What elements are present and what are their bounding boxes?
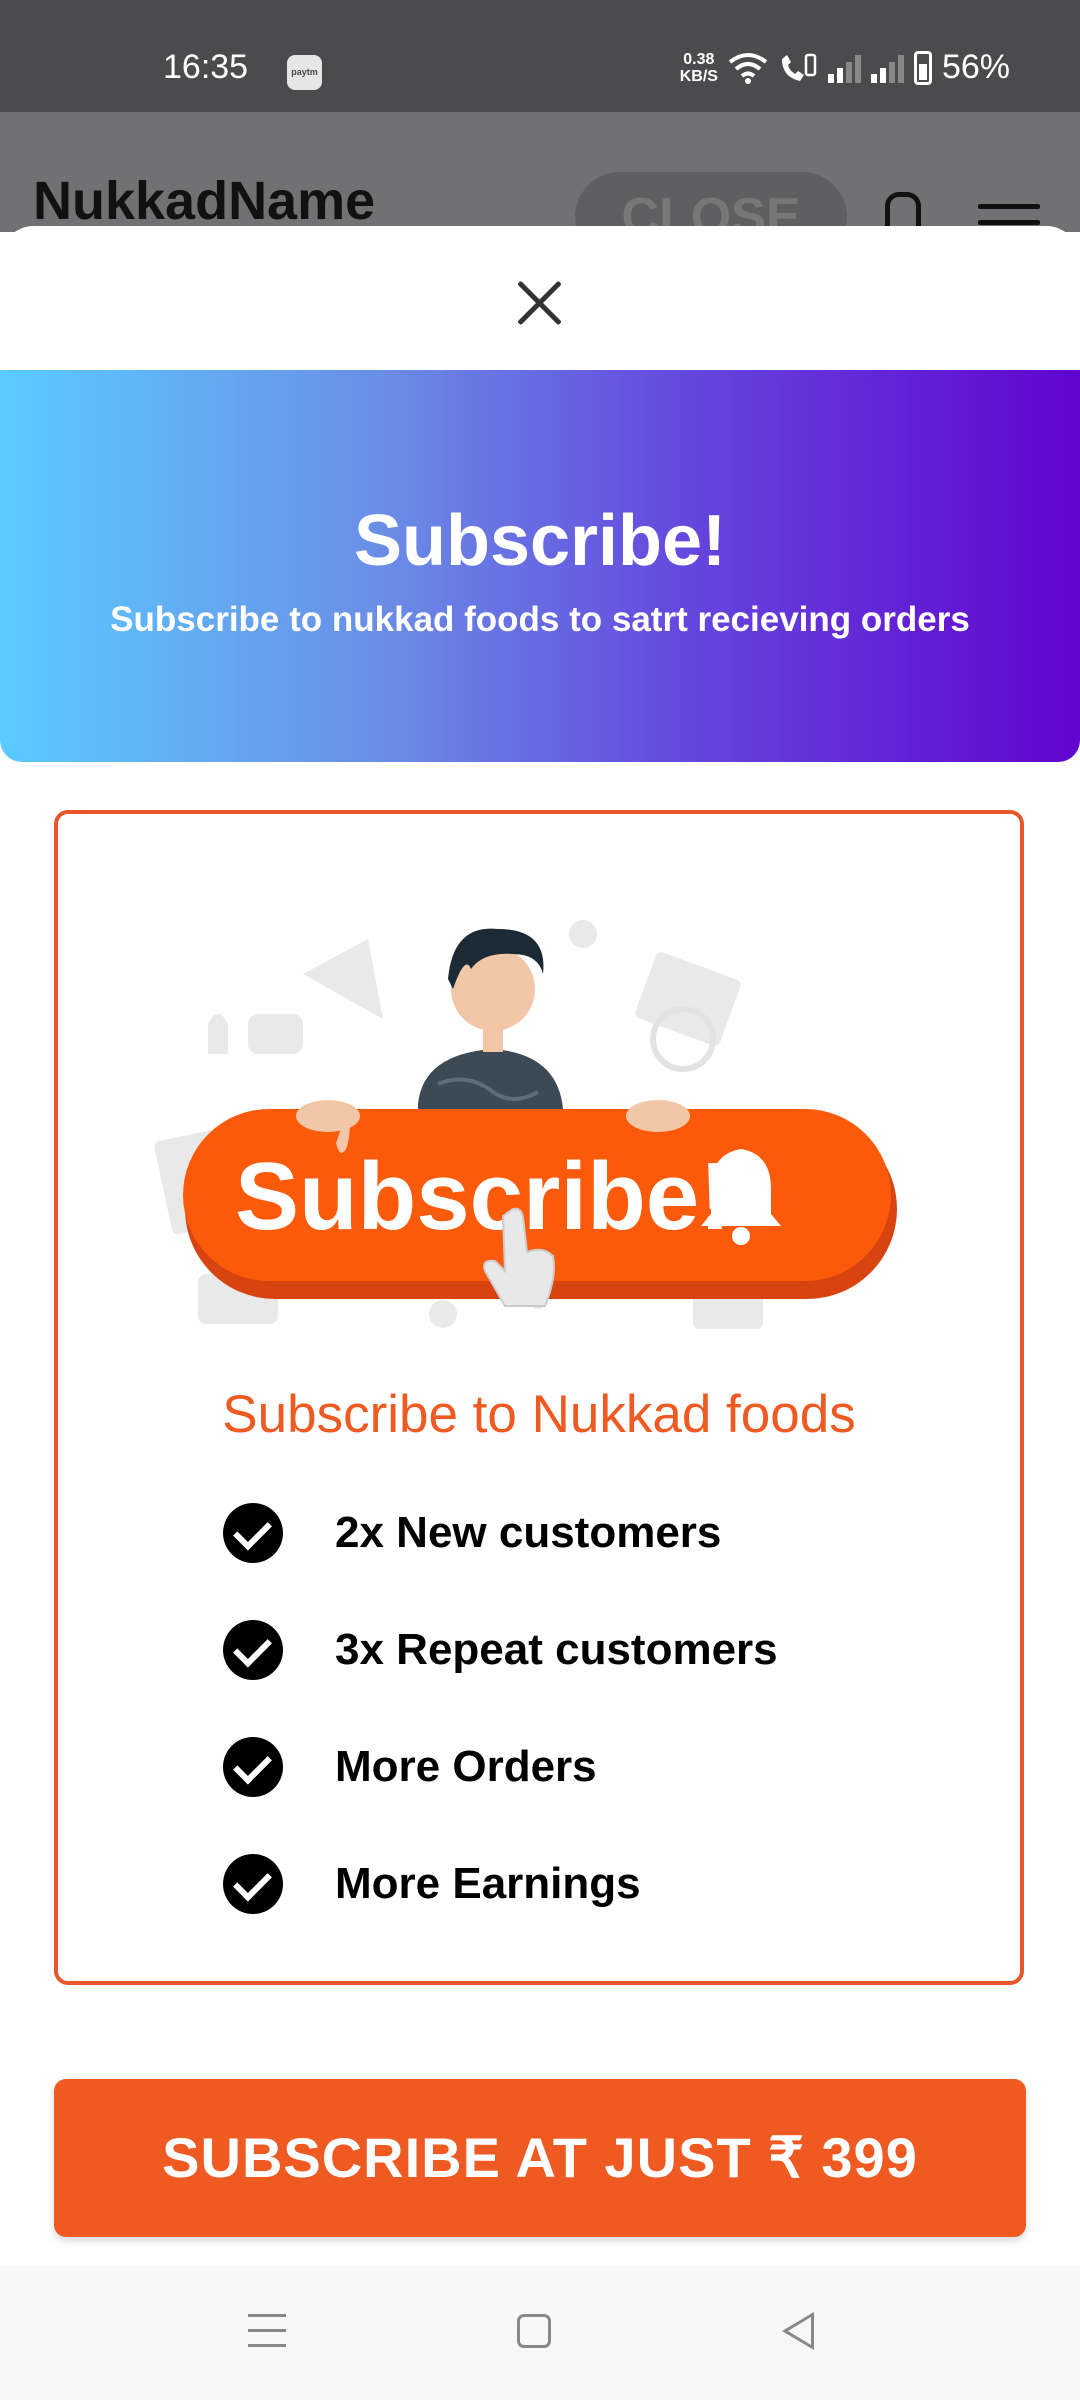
subscribe-modal: Subscribe! Subscribe to nukkad foods to … [0, 226, 1080, 2266]
checkmark-icon [223, 1853, 283, 1914]
status-bar: 16:35 paytm 0.38 KB/S 56% [0, 0, 1080, 112]
benefits-card: Subscribe! Subscribe to Nukkad foods 2x … [54, 810, 1024, 1985]
back-icon[interactable] [782, 2312, 814, 2350]
subscribe-illustration: Subscribe! [154, 920, 897, 1329]
subscribe-button[interactable]: SUBSCRIBE AT JUST ₹ 399 [54, 2079, 1026, 2237]
battery-percent: 56% [941, 48, 1010, 86]
checkmark-icon [223, 1619, 283, 1680]
banner-subtitle: Subscribe to nukkad foods to satrt recie… [110, 600, 970, 639]
network-speed: 0.38 KB/S [680, 51, 718, 85]
signal-strength-sim2-icon [870, 53, 904, 83]
signal-strength-sim1-icon [827, 53, 861, 83]
checkmark-icon [223, 1736, 283, 1797]
banner-title: Subscribe! [353, 501, 727, 581]
benefit-label: 2x New customers [335, 1507, 722, 1557]
network-speed-value: 0.38 [683, 50, 715, 68]
network-speed-unit: KB/S [679, 67, 718, 85]
navigation-bar [0, 2266, 1080, 2400]
benefit-label: More Earnings [335, 1858, 641, 1908]
wifi-icon [728, 52, 768, 84]
subscribe-banner: Subscribe! [0, 370, 1080, 762]
page-title: NukkadName [33, 171, 376, 231]
battery-icon [913, 50, 932, 85]
status-time: 16:35 [163, 48, 249, 86]
list-item: More Orders [223, 1708, 778, 1825]
benefit-label: 3x Repeat customers [335, 1624, 778, 1674]
paytm-notification-icon: paytm [287, 55, 322, 90]
home-icon[interactable] [517, 2314, 551, 2348]
close-icon[interactable] [510, 274, 570, 334]
benefits-list: 2x New customers 3x Repeat customers Mor… [223, 1474, 778, 1942]
recent-apps-icon[interactable] [248, 2314, 286, 2359]
illustration-subscribe-text: Subscribe! [235, 1143, 731, 1250]
benefit-label: More Orders [335, 1741, 597, 1791]
list-item: 3x Repeat customers [223, 1591, 778, 1708]
wifi-calling-icon [781, 53, 817, 81]
status-icons: 0.38 KB/S 56% [680, 48, 1010, 87]
checkmark-icon [223, 1502, 283, 1563]
list-item: 2x New customers [223, 1474, 778, 1591]
card-heading: Subscribe to Nukkad foods [222, 1385, 856, 1444]
background-page-header: NukkadName CLOSE [0, 112, 1080, 262]
list-item: More Earnings [223, 1825, 778, 1942]
